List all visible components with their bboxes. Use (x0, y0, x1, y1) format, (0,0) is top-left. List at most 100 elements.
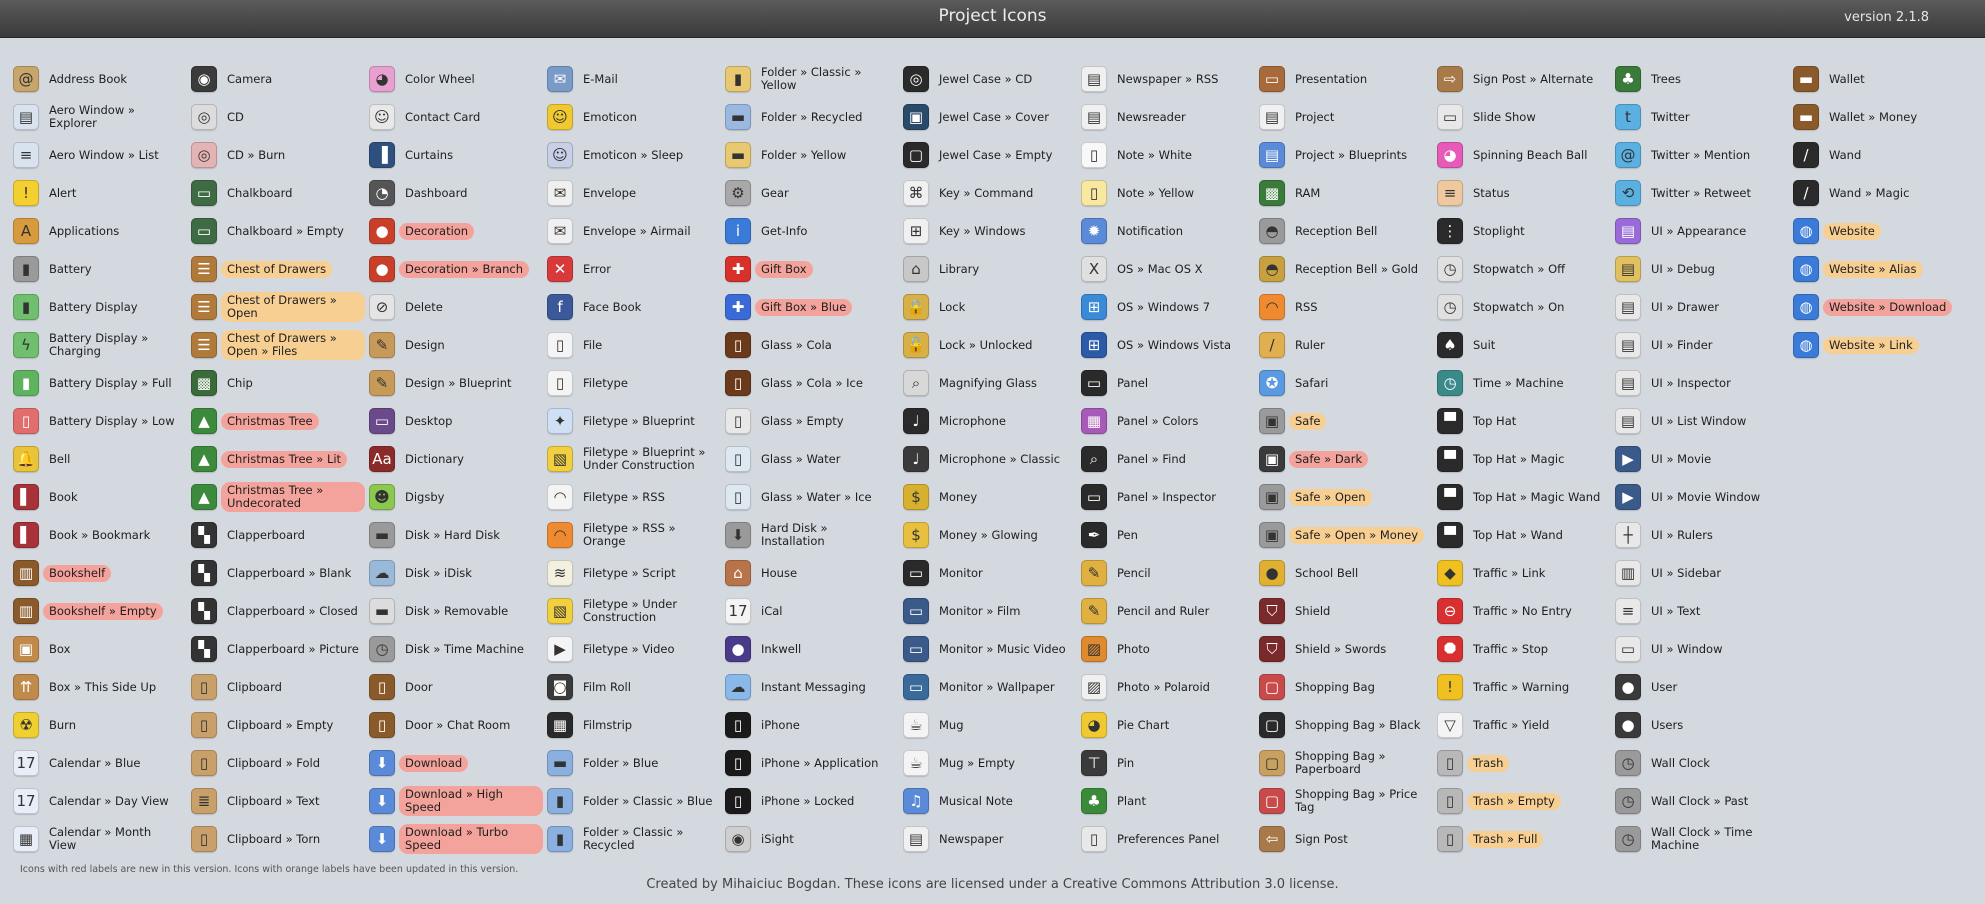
icon-item[interactable]: A Applications (13, 212, 191, 250)
icon-item[interactable]: ▭ Monitor » Wallpaper (903, 668, 1081, 706)
icon-item[interactable]: ≡ UI » Text (1615, 592, 1793, 630)
icon-item[interactable]: ✒ Pen (1081, 516, 1259, 554)
icon-item[interactable]: ▮ Folder » Classic » Blue (547, 782, 725, 820)
icon-item[interactable]: ♣ Plant (1081, 782, 1259, 820)
icon-item[interactable]: ▯ Battery Display » Low (13, 402, 191, 440)
icon-item[interactable]: ⌘ Key » Command (903, 174, 1081, 212)
icon-item[interactable]: ⊞ OS » Windows Vista (1081, 326, 1259, 364)
icon-item[interactable]: ✎ Design » Blueprint (369, 364, 547, 402)
icon-item[interactable]: ◉ Camera (191, 60, 369, 98)
icon-item[interactable]: ▚ Clapperboard » Closed (191, 592, 369, 630)
icon-item[interactable]: ▯ Clipboard (191, 668, 369, 706)
icon-item[interactable]: ♫ Musical Note (903, 782, 1081, 820)
icon-item[interactable]: ▭ Presentation (1259, 60, 1437, 98)
icon-item[interactable]: ▣ Safe » Open » Money (1259, 516, 1437, 554)
icon-item[interactable]: ▯ Clipboard » Torn (191, 820, 369, 858)
icon-item[interactable]: ▨ Photo » Polaroid (1081, 668, 1259, 706)
icon-item[interactable]: ◕ Color Wheel (369, 60, 547, 98)
icon-item[interactable]: / Wand (1793, 136, 1971, 174)
icon-item[interactable]: ▬ Disk » Hard Disk (369, 516, 547, 554)
icon-item[interactable]: ✎ Pencil and Ruler (1081, 592, 1259, 630)
icon-item[interactable]: ▯ Door » Chat Room (369, 706, 547, 744)
icon-item[interactable]: ▤ Aero Window » Explorer (13, 98, 191, 136)
icon-item[interactable]: ▦ Filmstrip (547, 706, 725, 744)
icon-item[interactable]: ◍ Website » Link (1793, 326, 1971, 364)
icon-item[interactable]: ☺ Emoticon » Sleep (547, 136, 725, 174)
icon-item[interactable]: ✎ Design (369, 326, 547, 364)
icon-item[interactable]: ✪ Safari (1259, 364, 1437, 402)
icon-item[interactable]: ⊖ Traffic » No Entry (1437, 592, 1615, 630)
icon-item[interactable]: ▤ Newsreader (1081, 98, 1259, 136)
icon-item[interactable]: ▤ UI » Inspector (1615, 364, 1793, 402)
icon-item[interactable]: ▦ Panel » Colors (1081, 402, 1259, 440)
icon-item[interactable]: ◕ Pie Chart (1081, 706, 1259, 744)
icon-item[interactable]: ◙ Film Roll (547, 668, 725, 706)
icon-item[interactable]: ▬ Folder » Recycled (725, 98, 903, 136)
icon-item[interactable]: 🔔 Bell (13, 440, 191, 478)
icon-item[interactable]: ● Inkwell (725, 630, 903, 668)
icon-item[interactable]: ▤ Project (1259, 98, 1437, 136)
icon-item[interactable]: ▭ Chalkboard (191, 174, 369, 212)
icon-item[interactable]: ✦ Filetype » Blueprint (547, 402, 725, 440)
icon-item[interactable]: t Twitter (1615, 98, 1793, 136)
icon-item[interactable]: ▯ Note » White (1081, 136, 1259, 174)
icon-item[interactable]: ≋ Filetype » Script (547, 554, 725, 592)
icon-item[interactable]: ▬ Disk » Removable (369, 592, 547, 630)
icon-item[interactable]: ◔ Dashboard (369, 174, 547, 212)
icon-item[interactable]: ▯ iPhone (725, 706, 903, 744)
icon-item[interactable]: ⌂ House (725, 554, 903, 592)
icon-item[interactable]: ▤ Newspaper » RSS (1081, 60, 1259, 98)
icon-item[interactable]: ▀ Top Hat » Magic (1437, 440, 1615, 478)
icon-item[interactable]: ⬇ Download » High Speed (369, 782, 547, 820)
icon-item[interactable]: X OS » Mac OS X (1081, 250, 1259, 288)
icon-item[interactable]: ⋮ Stoplight (1437, 212, 1615, 250)
icon-item[interactable]: ▭ Monitor » Film (903, 592, 1081, 630)
icon-item[interactable]: ◍ Website (1793, 212, 1971, 250)
icon-item[interactable]: ▐ Curtains (369, 136, 547, 174)
icon-item[interactable]: ▢ Shopping Bag » Price Tag (1259, 782, 1437, 820)
icon-item[interactable]: ⬇ Hard Disk » Installation (725, 516, 903, 554)
icon-item[interactable]: ▤ Newspaper (903, 820, 1081, 858)
icon-item[interactable]: ▤ UI » Appearance (1615, 212, 1793, 250)
icon-item[interactable]: ▶ UI » Movie Window (1615, 478, 1793, 516)
icon-item[interactable]: ▭ Desktop (369, 402, 547, 440)
icon-item[interactable]: ▲ Christmas Tree » Lit (191, 440, 369, 478)
icon-item[interactable]: ♣ Trees (1615, 60, 1793, 98)
icon-item[interactable]: ☰ Chest of Drawers » Open » Files (191, 326, 369, 364)
icon-item[interactable]: ● User (1615, 668, 1793, 706)
icon-item[interactable]: ▀ Top Hat » Magic Wand (1437, 478, 1615, 516)
icon-item[interactable]: ▭ Panel (1081, 364, 1259, 402)
icon-item[interactable]: ▯ Trash (1437, 744, 1615, 782)
icon-item[interactable]: ♠ Suit (1437, 326, 1615, 364)
icon-item[interactable]: ◠ RSS (1259, 288, 1437, 326)
icon-item[interactable]: ☻ Digsby (369, 478, 547, 516)
icon-item[interactable]: ◓ Reception Bell » Gold (1259, 250, 1437, 288)
icon-item[interactable]: $ Money (903, 478, 1081, 516)
icon-item[interactable]: ● Users (1615, 706, 1793, 744)
icon-item[interactable]: ✚ Gift Box (725, 250, 903, 288)
icon-item[interactable]: ⬇ Download » Turbo Speed (369, 820, 547, 858)
icon-item[interactable]: ⯃ Traffic » Stop (1437, 630, 1615, 668)
icon-item[interactable]: ♩ Microphone » Classic (903, 440, 1081, 478)
icon-item[interactable]: @ Address Book (13, 60, 191, 98)
icon-item[interactable]: ◎ CD » Burn (191, 136, 369, 174)
icon-item[interactable]: ◍ Website » Alias (1793, 250, 1971, 288)
icon-item[interactable]: @ Twitter » Mention (1615, 136, 1793, 174)
icon-item[interactable]: ◠ Filetype » RSS (547, 478, 725, 516)
icon-item[interactable]: ☕ Mug (903, 706, 1081, 744)
icon-item[interactable]: ⊘ Delete (369, 288, 547, 326)
icon-item[interactable]: / Ruler (1259, 326, 1437, 364)
icon-item[interactable]: ! Alert (13, 174, 191, 212)
icon-item[interactable]: ▣ Safe (1259, 402, 1437, 440)
icon-item[interactable]: ▭ Panel » Inspector (1081, 478, 1259, 516)
icon-item[interactable]: ▌ Book » Bookmark (13, 516, 191, 554)
icon-item[interactable]: ▯ Clipboard » Empty (191, 706, 369, 744)
icon-item[interactable]: ▦ Calendar » Month View (13, 820, 191, 858)
icon-item[interactable]: ◍ Website » Download (1793, 288, 1971, 326)
icon-item[interactable]: ▧ Filetype » Blueprint » Under Constructi… (547, 440, 725, 478)
icon-item[interactable]: ▨ Photo (1081, 630, 1259, 668)
icon-item[interactable]: ☕ Mug » Empty (903, 744, 1081, 782)
icon-item[interactable]: ☰ Chest of Drawers (191, 250, 369, 288)
icon-item[interactable]: ▯ Glass » Cola (725, 326, 903, 364)
icon-item[interactable]: f Face Book (547, 288, 725, 326)
